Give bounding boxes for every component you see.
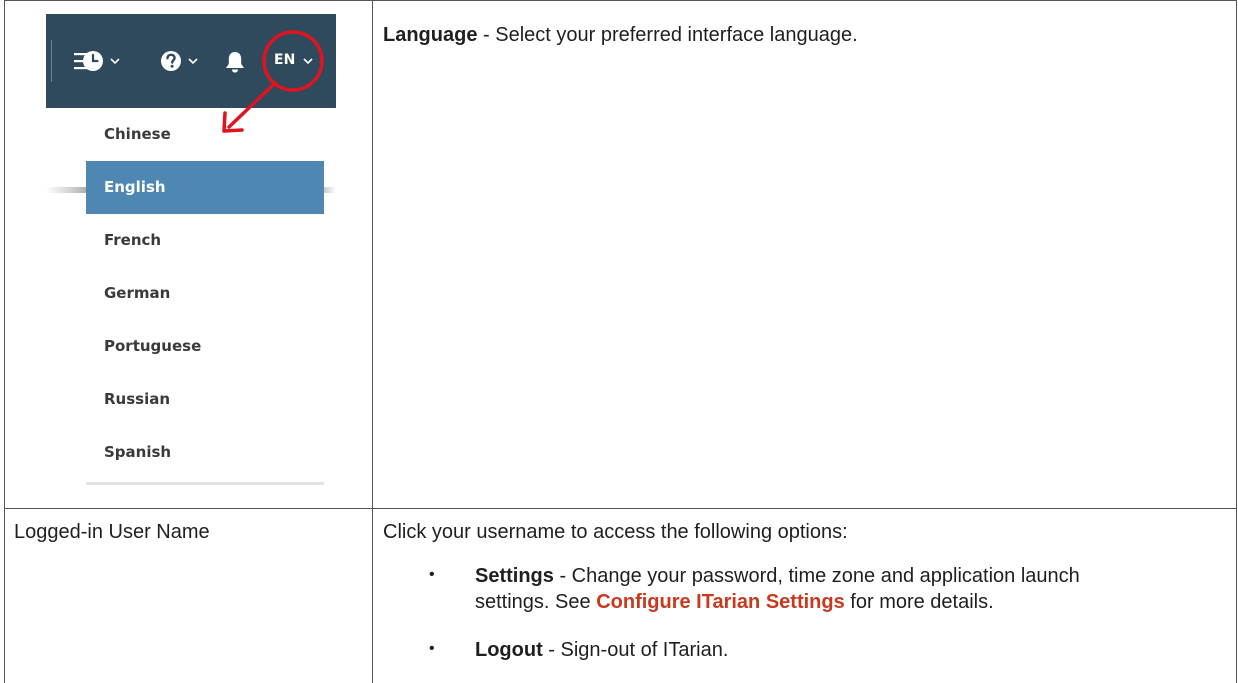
highlight-circle <box>262 30 324 92</box>
settings-text-end: for more details. <box>844 591 994 613</box>
language-option[interactable]: Spanish <box>86 426 324 479</box>
language-description-text: - Select your preferred interface langua… <box>477 24 858 46</box>
language-option[interactable]: German <box>86 267 324 320</box>
language-option[interactable]: Russian <box>86 373 324 426</box>
settings-text: - Change your password, time zone and ap… <box>553 565 1080 587</box>
language-description: Language - Select your preferred interfa… <box>383 22 1223 48</box>
table-column-divider <box>372 0 373 683</box>
language-selector-screenshot: EN Chinese English French German Portugu… <box>46 14 336 489</box>
settings-term: Settings <box>475 565 554 587</box>
language-option[interactable]: Portuguese <box>86 320 324 373</box>
annotation-arrow-line <box>227 81 277 129</box>
logout-option: Logout - Sign-out of ITarian. <box>475 637 728 663</box>
configure-settings-link[interactable]: Configure ITarian Settings <box>596 591 845 613</box>
table-right-border <box>1236 0 1237 683</box>
annotation-overlay <box>222 30 324 133</box>
language-term: Language <box>383 24 478 46</box>
table-left-border <box>4 0 5 683</box>
language-option[interactable]: French <box>86 214 324 267</box>
settings-text-line2: settings. See <box>475 591 597 613</box>
bullet: • <box>429 640 435 657</box>
settings-option: Settings - Change your password, time zo… <box>475 563 1215 615</box>
logout-text: - Sign-out of ITarian. <box>542 639 729 661</box>
table-top-border <box>4 0 1236 1</box>
logout-term: Logout <box>475 639 543 661</box>
dropdown-bottom-edge <box>86 482 324 485</box>
user-options-intro: Click your username to access the follow… <box>383 521 848 543</box>
table-row-divider <box>4 508 1236 509</box>
bullet: • <box>429 566 435 583</box>
logged-in-user-label: Logged-in User Name <box>14 521 210 543</box>
